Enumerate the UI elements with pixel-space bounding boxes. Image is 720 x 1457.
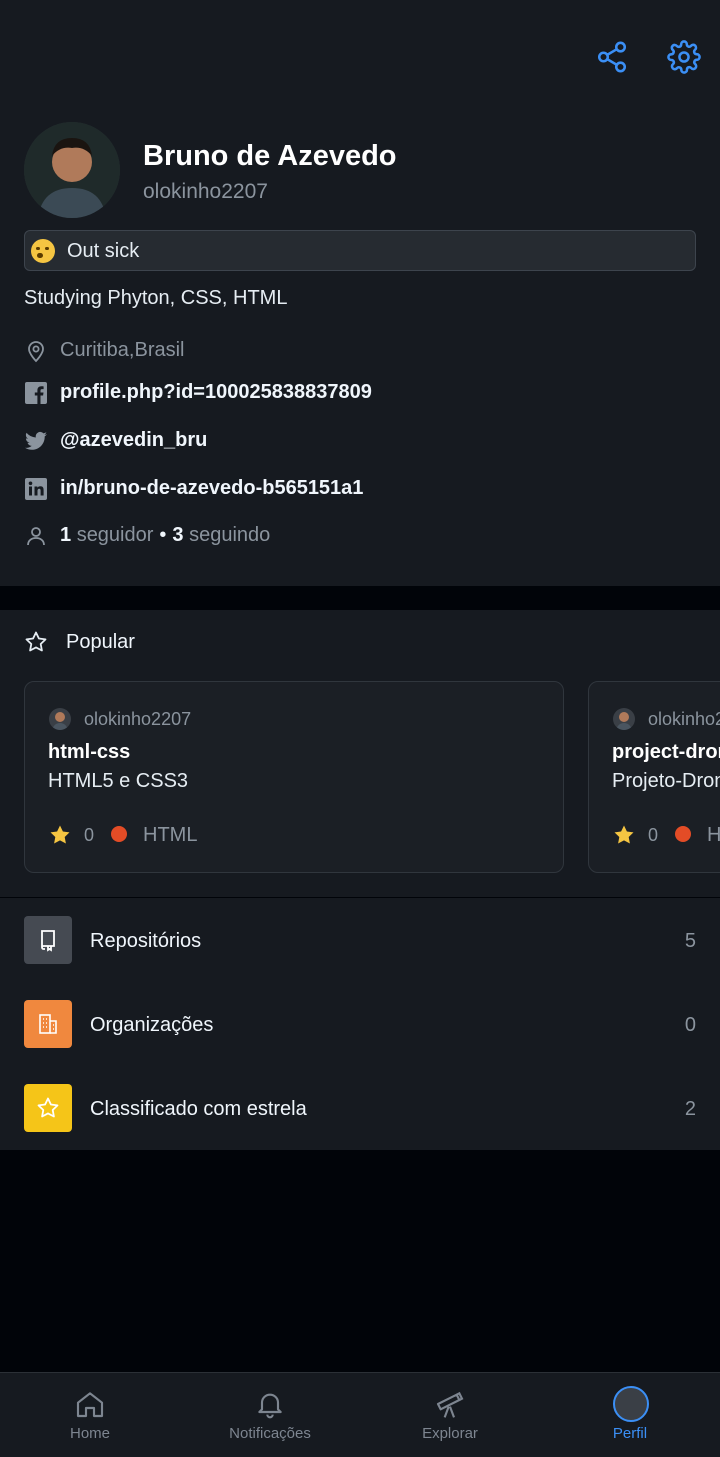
person-icon [24, 524, 48, 548]
star-count: 0 [648, 825, 659, 845]
owner-avatar [613, 708, 635, 730]
twitter-row[interactable]: @azevedin_bru [24, 427, 696, 455]
sick-face-icon [31, 239, 55, 263]
twitter-link[interactable]: @azevedin_bru [60, 429, 207, 452]
tab-home-label: Home [69, 1425, 110, 1442]
facebook-icon [24, 381, 48, 405]
bell-icon [258, 1393, 282, 1419]
followers-label: seguidor [76, 524, 154, 546]
repo-name: project-drone [612, 741, 720, 763]
repo-name: html-css [48, 741, 131, 763]
repo-language: HTML [143, 824, 198, 846]
profile-panel: Bruno de Azevedo olokinho2207 Out sick S… [0, 0, 720, 586]
following-label: seguindo [189, 524, 271, 546]
home-icon [76, 1392, 104, 1418]
repositories-label: Repositórios [90, 930, 202, 952]
repo-card[interactable]: olokinho2207 html-css HTML5 e CSS3 0 HTM… [24, 681, 564, 873]
tab-explore[interactable]: Explorar [360, 1373, 540, 1457]
repo-description: HTML5 e CSS3 [48, 770, 189, 792]
linkedin-link[interactable]: in/bruno-de-azevedo-b565151a1 [60, 477, 363, 500]
repositories-row[interactable]: Repositórios 5 [0, 898, 720, 982]
tab-explore-label: Explorar [422, 1425, 478, 1442]
profile-name: Bruno de Azevedo [143, 140, 397, 172]
tab-profile[interactable]: Perfil [540, 1373, 720, 1457]
telescope-icon [436, 1391, 464, 1418]
repo-owner: olokinho2207 [84, 709, 192, 729]
location-row: Curitiba,Brasil [24, 337, 696, 365]
language-color-dot [111, 826, 127, 842]
tab-notifications-label: Notificações [229, 1425, 311, 1442]
tab-notifications[interactable]: Notificações [180, 1373, 360, 1457]
repo-card[interactable]: olokinho2207 project-drone Projeto-Drone… [588, 681, 720, 873]
status-text: Out sick [67, 240, 140, 262]
avatar[interactable] [24, 122, 120, 218]
separator: • [159, 524, 167, 546]
share-icon[interactable] [595, 40, 629, 74]
organization-icon [24, 1000, 72, 1048]
follow-counts[interactable]: 1 seguidor • 3 seguindo [60, 524, 270, 547]
repo-owner: olokinho2207 [648, 709, 720, 729]
organizations-row[interactable]: Organizações 0 [0, 982, 720, 1066]
profile-avatar-icon [613, 1386, 649, 1422]
facebook-row[interactable]: profile.php?id=100025838837809 [24, 379, 696, 407]
tab-home[interactable]: Home [0, 1373, 180, 1457]
followers-row[interactable]: 1 seguidor • 3 seguindo [24, 522, 696, 550]
star-icon [24, 1084, 72, 1132]
popular-section: Popular olokinho2207 html-css HTML5 e CS… [0, 610, 720, 897]
profile-login: olokinho2207 [143, 180, 268, 203]
facebook-link[interactable]: profile.php?id=100025838837809 [60, 381, 372, 404]
status-badge[interactable]: Out sick [24, 230, 696, 271]
profile-links-list: Repositórios 5 Organizações 0 Classifica… [0, 898, 720, 1150]
star-count: 0 [84, 825, 95, 845]
location-pin-icon [24, 339, 48, 363]
popular-title: Popular [66, 631, 135, 653]
language-color-dot [675, 826, 691, 842]
starred-label: Classificado com estrela [90, 1098, 307, 1120]
following-count: 3 [172, 524, 184, 546]
repo-description: Projeto-Drone [612, 770, 720, 792]
starred-row[interactable]: Classificado com estrela 2 [0, 1066, 720, 1150]
linkedin-icon [24, 477, 48, 501]
repo-language: HTML [707, 824, 720, 846]
repositories-count: 5 [684, 930, 696, 952]
repo-icon [24, 916, 72, 964]
location-text: Curitiba,Brasil [60, 339, 185, 361]
linkedin-row[interactable]: in/bruno-de-azevedo-b565151a1 [24, 475, 696, 503]
profile-bio: Studying Phyton, CSS, HTML [24, 287, 288, 309]
twitter-bird-icon [24, 429, 48, 453]
star-outline-icon [25, 631, 47, 652]
star-icon [48, 823, 72, 847]
starred-count: 2 [684, 1098, 696, 1120]
bottom-tab-bar: Home Notificações Explorar Perfil [0, 1372, 720, 1457]
star-icon [612, 823, 636, 847]
settings-gear-icon[interactable] [667, 40, 701, 74]
followers-count: 1 [60, 524, 72, 546]
owner-avatar [49, 708, 71, 730]
organizations-label: Organizações [90, 1014, 214, 1036]
organizations-count: 0 [684, 1014, 696, 1036]
tab-profile-label: Perfil [612, 1425, 648, 1442]
